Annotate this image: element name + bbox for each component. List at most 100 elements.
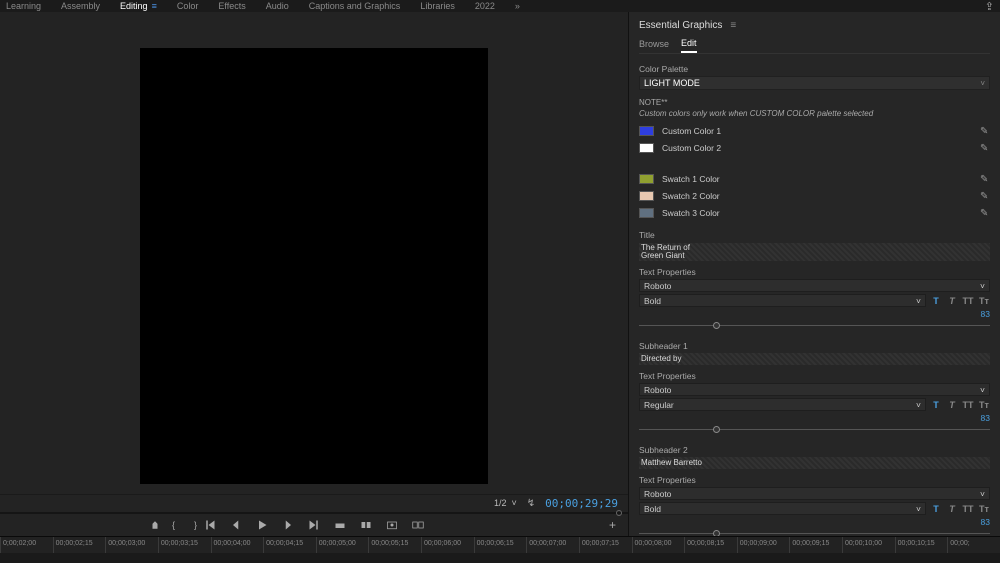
eyedropper-icon[interactable]: ✎ bbox=[980, 126, 990, 136]
timeline-tick: 00;00;09;15 bbox=[789, 537, 842, 553]
text-properties-label: Text Properties bbox=[639, 371, 990, 381]
faux-bold-button[interactable]: T bbox=[930, 295, 942, 307]
faux-italic-button[interactable]: T bbox=[946, 503, 958, 515]
lift-icon[interactable] bbox=[334, 519, 346, 531]
eyedropper-icon[interactable]: ✎ bbox=[980, 174, 990, 184]
font-weight-dropdown[interactable]: Regular˅ bbox=[639, 398, 926, 411]
small-caps-button[interactable]: Tᴛ bbox=[978, 399, 990, 411]
timeline-ruler[interactable]: 0;00;02;0000;00;02;1500;00;03;0000;00;03… bbox=[0, 537, 1000, 553]
font-size-value[interactable]: 83 bbox=[981, 309, 990, 319]
overflow-icon[interactable]: » bbox=[515, 1, 520, 11]
export-icon[interactable]: ⇪ bbox=[985, 0, 994, 13]
custom-color-2-label: Custom Color 2 bbox=[662, 143, 972, 153]
tab-editing[interactable]: Editing≡ bbox=[120, 1, 157, 11]
timeline-tick: 00;00;06;00 bbox=[421, 537, 474, 553]
panel-menu-icon[interactable]: ≡ bbox=[730, 20, 736, 31]
faux-bold-button[interactable]: T bbox=[930, 503, 942, 515]
add-marker-icon[interactable] bbox=[150, 520, 160, 530]
timeline-tick: 0;00;02;00 bbox=[0, 537, 53, 553]
font-size-slider[interactable] bbox=[639, 321, 990, 331]
text-properties-label: Text Properties bbox=[639, 475, 990, 485]
play-icon[interactable] bbox=[256, 519, 268, 531]
timeline-tick: 00;00;09;00 bbox=[737, 537, 790, 553]
all-caps-button[interactable]: TT bbox=[962, 503, 974, 515]
timeline-tick: 00;00;08;00 bbox=[632, 537, 685, 553]
font-size-slider[interactable] bbox=[639, 425, 990, 435]
extract-icon[interactable] bbox=[360, 519, 372, 531]
font-dropdown[interactable]: Roboto˅ bbox=[639, 383, 990, 396]
step-forward-icon[interactable] bbox=[282, 519, 294, 531]
eyedropper-icon[interactable]: ✎ bbox=[980, 191, 990, 201]
timeline-panel[interactable]: 0;00;02;0000;00;02;1500;00;03;0000;00;03… bbox=[0, 536, 1000, 563]
tab-2022[interactable]: 2022 bbox=[475, 1, 495, 11]
swatch-3-label: Swatch 3 Color bbox=[662, 208, 972, 218]
eyedropper-icon[interactable]: ✎ bbox=[980, 143, 990, 153]
timeline-tick: 00;00;07;15 bbox=[579, 537, 632, 553]
custom-color-1-swatch[interactable] bbox=[639, 126, 654, 136]
settings-icon[interactable]: ↯ bbox=[527, 498, 535, 509]
subheader1-label: Subheader 1 bbox=[639, 341, 990, 351]
custom-color-2-swatch[interactable] bbox=[639, 143, 654, 153]
timeline-tick: 00;00;04;15 bbox=[263, 537, 316, 553]
export-frame-icon[interactable] bbox=[386, 519, 398, 531]
timeline-tick: 00;00;03;00 bbox=[105, 537, 158, 553]
all-caps-button[interactable]: TT bbox=[962, 295, 974, 307]
faux-italic-button[interactable]: T bbox=[946, 295, 958, 307]
font-dropdown[interactable]: Roboto˅ bbox=[639, 487, 990, 500]
tab-color[interactable]: Color bbox=[177, 1, 199, 11]
font-dropdown[interactable]: Roboto˅ bbox=[639, 279, 990, 292]
mark-in-icon[interactable]: { bbox=[172, 520, 182, 530]
font-size-value[interactable]: 83 bbox=[981, 413, 990, 423]
timecode-out[interactable]: 00;00;29;29 bbox=[545, 497, 618, 510]
font-size-slider[interactable] bbox=[639, 529, 990, 536]
font-size-value[interactable]: 83 bbox=[981, 517, 990, 527]
custom-color-2-row: Custom Color 2 ✎ bbox=[639, 141, 990, 155]
all-caps-button[interactable]: TT bbox=[962, 399, 974, 411]
tab-edit[interactable]: Edit bbox=[681, 38, 697, 53]
panel-title: Essential Graphics bbox=[639, 20, 722, 31]
swatch-3-row: Swatch 3 Color ✎ bbox=[639, 206, 990, 220]
button-editor-icon[interactable]: + bbox=[609, 518, 616, 532]
essential-graphics-panel: Essential Graphics ≡ Browse Edit Color P… bbox=[628, 12, 1000, 536]
tab-assembly[interactable]: Assembly bbox=[61, 1, 100, 11]
program-monitor: 1/2 ˅ ↯ 00;00;29;29 { } bbox=[0, 12, 628, 536]
swatch-1[interactable] bbox=[639, 174, 654, 184]
comparison-icon[interactable] bbox=[412, 519, 424, 531]
swatch-3[interactable] bbox=[639, 208, 654, 218]
tab-libraries[interactable]: Libraries bbox=[420, 1, 455, 11]
subheader2-label: Subheader 2 bbox=[639, 445, 990, 455]
tab-effects[interactable]: Effects bbox=[218, 1, 245, 11]
timeline-tick: 00;00;05;00 bbox=[316, 537, 369, 553]
video-frame bbox=[140, 48, 488, 484]
eyedropper-icon[interactable]: ✎ bbox=[980, 208, 990, 218]
title-input[interactable]: The Return ofGreen Giant bbox=[639, 243, 990, 261]
tab-learning[interactable]: Learning bbox=[6, 1, 41, 11]
tab-captions[interactable]: Captions and Graphics bbox=[309, 1, 401, 11]
go-to-in-icon[interactable] bbox=[204, 519, 216, 531]
subheader2-input[interactable]: Matthew Barretto bbox=[639, 457, 990, 469]
swatch-2-label: Swatch 2 Color bbox=[662, 191, 972, 201]
zoom-level[interactable]: 1/2 ˅ bbox=[494, 498, 517, 508]
mark-out-icon[interactable]: } bbox=[194, 520, 204, 530]
faux-italic-button[interactable]: T bbox=[946, 399, 958, 411]
swatch-2[interactable] bbox=[639, 191, 654, 201]
tab-audio[interactable]: Audio bbox=[266, 1, 289, 11]
subheader1-input[interactable]: Directed by bbox=[639, 353, 990, 365]
swatch-2-row: Swatch 2 Color ✎ bbox=[639, 189, 990, 203]
tab-browse[interactable]: Browse bbox=[639, 39, 669, 52]
color-palette-label: Color Palette bbox=[639, 64, 990, 74]
custom-color-1-row: Custom Color 1 ✎ bbox=[639, 124, 990, 138]
go-to-out-icon[interactable] bbox=[308, 519, 320, 531]
timeline-tick: 00;00;02;15 bbox=[53, 537, 106, 553]
timeline-tick: 00;00;03;15 bbox=[158, 537, 211, 553]
small-caps-button[interactable]: Tᴛ bbox=[978, 295, 990, 307]
step-back-icon[interactable] bbox=[230, 519, 242, 531]
font-weight-dropdown[interactable]: Bold˅ bbox=[639, 294, 926, 307]
program-canvas[interactable] bbox=[0, 12, 628, 494]
font-weight-dropdown[interactable]: Bold˅ bbox=[639, 502, 926, 515]
small-caps-button[interactable]: Tᴛ bbox=[978, 503, 990, 515]
color-palette-dropdown[interactable]: LIGHT MODE˅ bbox=[639, 76, 990, 90]
faux-bold-button[interactable]: T bbox=[930, 399, 942, 411]
note-label: NOTE** bbox=[639, 98, 990, 107]
timeline-tick: 00;00;05;15 bbox=[368, 537, 421, 553]
